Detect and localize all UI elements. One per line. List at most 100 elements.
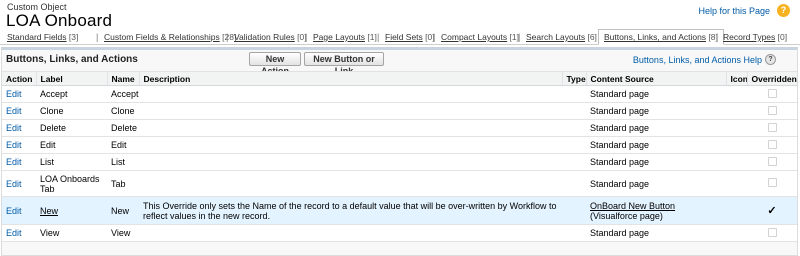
row-name: Clone bbox=[107, 102, 139, 120]
nav-label[interactable]: Standard Fields bbox=[7, 32, 67, 42]
overridden-checkbox bbox=[767, 227, 777, 237]
nav-label[interactable]: Record Types bbox=[723, 32, 775, 42]
row-label: Clone bbox=[36, 102, 107, 120]
panel-help-link[interactable]: Buttons, Links, and Actions Help bbox=[633, 55, 762, 65]
row-type bbox=[562, 119, 586, 137]
row-label-link[interactable]: New bbox=[40, 206, 58, 216]
nav-compact-layouts[interactable]: Compact Layouts [1] bbox=[441, 32, 519, 42]
row-description: This Override only sets the Name of the … bbox=[139, 196, 562, 225]
edit-link[interactable]: Edit bbox=[6, 106, 22, 116]
new-action-button[interactable]: New Action bbox=[249, 52, 301, 76]
column-header-content-source: Content Source bbox=[585, 71, 726, 86]
related-lists-nav: Standard Fields [3] | Custom Fields & Re… bbox=[0, 29, 800, 45]
row-icon bbox=[726, 102, 747, 120]
new-button-or-link-button[interactable]: New Button or Link bbox=[304, 52, 384, 76]
overridden-checkbox bbox=[767, 122, 777, 132]
edit-link[interactable]: Edit bbox=[6, 123, 22, 133]
row-type bbox=[562, 102, 586, 120]
table-row: Edit Clone Clone Standard page bbox=[2, 102, 797, 120]
row-label: Edit bbox=[36, 136, 107, 154]
overridden-checkbox bbox=[767, 178, 777, 187]
table-row: Edit Edit Edit Standard page bbox=[2, 136, 797, 154]
nav-standard-fields[interactable]: Standard Fields [3] bbox=[7, 32, 78, 42]
nav-label[interactable]: Buttons, Links, and Actions bbox=[604, 32, 706, 42]
row-content-source: Standard page bbox=[586, 119, 726, 137]
row-description bbox=[139, 119, 562, 137]
overridden-checkbox bbox=[767, 156, 777, 166]
column-header-icon: Icon bbox=[725, 71, 747, 86]
row-type bbox=[562, 85, 586, 103]
nav-label[interactable]: Custom Fields & Relationships bbox=[104, 32, 220, 42]
nav-validation-rules[interactable]: Validation Rules [0] bbox=[234, 32, 307, 42]
nav-separator: | bbox=[716, 32, 719, 42]
nav-separator: | bbox=[305, 32, 308, 42]
content-source-type: (Visualforce page) bbox=[590, 210, 663, 221]
nav-count: [1] bbox=[367, 32, 377, 42]
nav-search-layouts[interactable]: Search Layouts [6] bbox=[526, 32, 597, 42]
nav-page-layouts[interactable]: Page Layouts [1] bbox=[313, 32, 377, 42]
nav-label[interactable]: Search Layouts bbox=[526, 32, 585, 42]
row-content-source: Standard page bbox=[586, 153, 726, 171]
edit-link[interactable]: Edit bbox=[6, 140, 22, 150]
row-label: Delete bbox=[36, 119, 107, 137]
column-header-name: Name bbox=[106, 71, 139, 86]
page-title: LOA Onboard bbox=[6, 11, 113, 30]
row-name: New bbox=[107, 196, 139, 225]
edit-link[interactable]: Edit bbox=[6, 206, 22, 216]
buttons-table: Action Label Name Description Type Conte… bbox=[2, 71, 797, 242]
content-source-link[interactable]: OnBoard New Button bbox=[590, 201, 675, 211]
nav-separator: | bbox=[518, 32, 521, 42]
help-for-page-link[interactable]: Help for this Page bbox=[698, 6, 770, 16]
row-icon bbox=[726, 224, 747, 242]
nav-label[interactable]: Page Layouts bbox=[313, 32, 365, 42]
table-row: Edit Delete Delete Standard page bbox=[2, 119, 797, 137]
nav-field-sets[interactable]: Field Sets [0] bbox=[385, 32, 435, 42]
row-content-source: Standard page bbox=[586, 102, 726, 120]
nav-label[interactable]: Validation Rules bbox=[234, 32, 295, 42]
row-description bbox=[139, 153, 562, 171]
row-description bbox=[139, 85, 562, 103]
row-description bbox=[139, 224, 562, 242]
nav-buttons-links-actions[interactable]: Buttons, Links, and Actions [8] bbox=[598, 29, 724, 45]
nav-separator: | bbox=[433, 32, 436, 42]
nav-record-types[interactable]: Record Types [0] bbox=[723, 32, 787, 42]
edit-link[interactable]: Edit bbox=[6, 157, 22, 167]
row-label: Accept bbox=[36, 85, 107, 103]
row-label: View bbox=[36, 224, 107, 242]
row-name: Edit bbox=[107, 136, 139, 154]
nav-separator: | bbox=[226, 32, 229, 42]
table-row: Edit List List Standard page bbox=[2, 153, 797, 171]
column-header-action: Action bbox=[2, 71, 36, 86]
row-type bbox=[562, 170, 586, 197]
row-icon bbox=[726, 196, 747, 225]
edit-link[interactable]: Edit bbox=[6, 228, 22, 238]
nav-separator: | bbox=[377, 32, 380, 42]
column-header-description: Description bbox=[138, 71, 562, 86]
row-icon bbox=[726, 119, 747, 137]
row-description bbox=[139, 170, 562, 197]
buttons-links-actions-panel: Buttons, Links, and Actions New Action N… bbox=[1, 47, 798, 256]
row-content-source: OnBoard New Button (Visualforce page) bbox=[586, 196, 726, 225]
nav-count: [6] bbox=[587, 32, 597, 42]
row-type bbox=[562, 136, 586, 154]
overridden-checkbox bbox=[767, 139, 777, 149]
nav-count: [3] bbox=[68, 32, 79, 42]
overridden-checkbox bbox=[767, 88, 777, 98]
question-icon[interactable]: ? bbox=[765, 54, 776, 65]
row-icon bbox=[726, 153, 747, 171]
row-content-source: Standard page bbox=[586, 136, 726, 154]
edit-link[interactable]: Edit bbox=[6, 89, 22, 99]
row-label: List bbox=[36, 153, 107, 171]
nav-label[interactable]: Compact Layouts bbox=[441, 32, 507, 42]
row-name: List bbox=[107, 153, 139, 171]
edit-link[interactable]: Edit bbox=[6, 179, 22, 189]
table-header-row: Action Label Name Description Type Conte… bbox=[2, 71, 797, 86]
nav-label[interactable]: Field Sets bbox=[385, 32, 423, 42]
row-name: Accept bbox=[107, 85, 139, 103]
checkmark-icon: ✓ bbox=[767, 204, 777, 217]
nav-count: [0] bbox=[777, 32, 788, 42]
nav-custom-fields[interactable]: Custom Fields & Relationships [28] bbox=[104, 32, 236, 42]
help-icon[interactable]: ? bbox=[777, 4, 790, 17]
row-type bbox=[562, 196, 586, 225]
row-name: Tab bbox=[107, 170, 139, 197]
